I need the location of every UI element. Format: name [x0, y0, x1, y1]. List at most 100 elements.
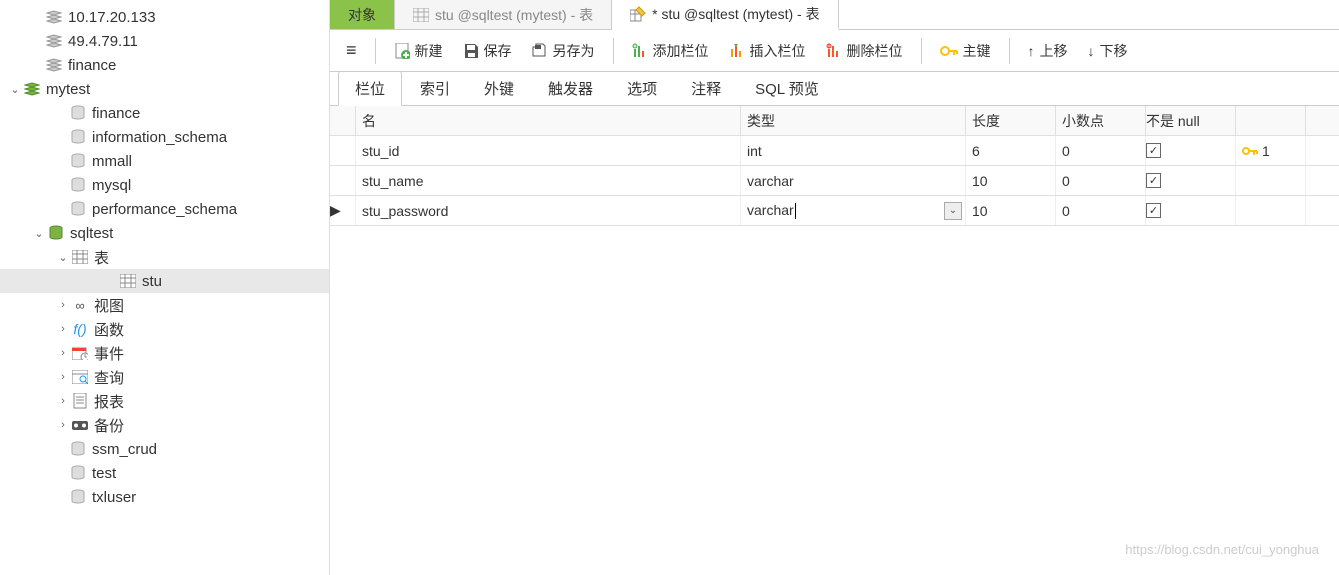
tab-label: 对象	[348, 5, 376, 25]
tree-node[interactable]: ssm_crud	[0, 437, 329, 461]
subtab-4[interactable]: 选项	[611, 72, 673, 105]
tab-stu-view[interactable]: stu @sqltest (mytest) - 表	[395, 0, 612, 29]
cell-type[interactable]: varchar⌄	[741, 196, 966, 225]
cell-key[interactable]	[1236, 166, 1306, 195]
chevron-icon: ›	[56, 347, 70, 359]
chevron-icon: ›	[56, 419, 70, 431]
subtab-5[interactable]: 注释	[675, 72, 737, 105]
cell-name[interactable]: stu_password	[356, 196, 741, 225]
row-marker-header	[330, 106, 356, 135]
col-header-notnull[interactable]: 不是 null	[1146, 106, 1236, 135]
tree-node[interactable]: mmall	[0, 149, 329, 173]
tree-node-label: test	[92, 465, 329, 482]
tree-node-label: 视图	[94, 295, 329, 316]
cell-decimals[interactable]: 0	[1056, 166, 1146, 195]
tree-node[interactable]: ⌄表	[0, 245, 329, 269]
type-dropdown-button[interactable]: ⌄	[944, 202, 962, 220]
new-button[interactable]: 新建	[386, 37, 451, 65]
cell-key[interactable]	[1236, 196, 1306, 225]
tree-node[interactable]: ⌄mytest	[0, 77, 329, 101]
grid-row[interactable]: stu_namevarchar100✓	[330, 166, 1339, 196]
db-green-icon	[46, 224, 66, 242]
subtab-0[interactable]: 栏位	[338, 71, 402, 106]
delete-column-button[interactable]: 删除栏位	[818, 37, 911, 65]
subtab-2[interactable]: 外键	[468, 72, 530, 105]
tree-node[interactable]: finance	[0, 53, 329, 77]
separator	[375, 38, 376, 64]
add-column-button[interactable]: 添加栏位	[624, 37, 717, 65]
checkbox-icon[interactable]: ✓	[1146, 203, 1161, 218]
col-header-name[interactable]: 名	[356, 106, 741, 135]
col-header-length[interactable]: 长度	[966, 106, 1056, 135]
tree-node[interactable]: 10.17.20.133	[0, 5, 329, 29]
tree-node-label: 函数	[94, 319, 329, 340]
tree-node[interactable]: ⌄sqltest	[0, 221, 329, 245]
tree-node[interactable]: performance_schema	[0, 197, 329, 221]
tree-node[interactable]: › 备份	[0, 413, 329, 437]
tab-stu-design[interactable]: * stu @sqltest (mytest) - 表	[612, 0, 838, 30]
tree-node[interactable]: ›报表	[0, 389, 329, 413]
report-icon	[70, 392, 90, 410]
saveas-button[interactable]: 另存为	[524, 37, 603, 65]
tree-node[interactable]: ›f()函数	[0, 317, 329, 341]
tree-node-label: 事件	[94, 343, 329, 364]
cell-type[interactable]: int	[741, 136, 966, 165]
col-header-key[interactable]	[1236, 106, 1306, 135]
menu-button[interactable]: ≡	[338, 36, 365, 65]
cell-key[interactable]: 1	[1236, 136, 1306, 165]
save-button[interactable]: 保存	[455, 37, 520, 65]
button-label: 新建	[415, 41, 443, 61]
cell-type[interactable]: varchar	[741, 166, 966, 195]
conn-icon	[44, 8, 64, 26]
checkbox-icon[interactable]: ✓	[1146, 143, 1161, 158]
tree-node[interactable]: finance	[0, 101, 329, 125]
subtab-6[interactable]: SQL 预览	[739, 72, 835, 105]
col-header-decimals[interactable]: 小数点	[1056, 106, 1146, 135]
tree-node-label: 49.4.79.11	[68, 33, 329, 50]
cell-notnull[interactable]: ✓	[1146, 196, 1236, 225]
row-marker	[330, 166, 356, 195]
tree-node-label: 备份	[94, 415, 329, 436]
tree-node[interactable]: stu	[0, 269, 329, 293]
tree-node-label: mmall	[92, 153, 329, 170]
tree-node[interactable]: txluser	[0, 485, 329, 509]
db-icon	[68, 488, 88, 506]
tree-node[interactable]: information_schema	[0, 125, 329, 149]
cell-length[interactable]: 6	[966, 136, 1056, 165]
tree-node[interactable]: mysql	[0, 173, 329, 197]
cell-decimals[interactable]: 0	[1056, 196, 1146, 225]
db-icon	[68, 200, 88, 218]
cell-name[interactable]: stu_name	[356, 166, 741, 195]
cell-name[interactable]: stu_id	[356, 136, 741, 165]
chevron-icon: ⌄	[32, 227, 46, 240]
designer-subtabs: 栏位索引外键触发器选项注释SQL 预览	[330, 72, 1339, 106]
move-down-button[interactable]: ↓ 下移	[1080, 37, 1136, 65]
tree-node[interactable]: 49.4.79.11	[0, 29, 329, 53]
button-label: 插入栏位	[750, 41, 806, 61]
grid-row[interactable]: ▶stu_passwordvarchar⌄100✓	[330, 196, 1339, 226]
move-up-button[interactable]: ↑ 上移	[1020, 37, 1076, 65]
tree-node-label: ssm_crud	[92, 441, 329, 458]
view-icon: ∞	[70, 296, 90, 314]
subtab-1[interactable]: 索引	[404, 72, 466, 105]
cell-decimals[interactable]: 0	[1056, 136, 1146, 165]
tree-node[interactable]: test	[0, 461, 329, 485]
grid-row[interactable]: stu_idint60✓ 1	[330, 136, 1339, 166]
insert-column-button[interactable]: 插入栏位	[721, 37, 814, 65]
button-label: 上移	[1040, 41, 1068, 61]
cell-length[interactable]: 10	[966, 166, 1056, 195]
subtab-3[interactable]: 触发器	[532, 72, 609, 105]
connection-tree[interactable]: 10.17.20.133 49.4.79.11 finance⌄mytestfina…	[0, 0, 330, 575]
tab-objects[interactable]: 对象	[330, 0, 395, 29]
tree-node[interactable]: ›∞视图	[0, 293, 329, 317]
cell-notnull[interactable]: ✓	[1146, 136, 1236, 165]
db-icon	[68, 464, 88, 482]
checkbox-icon[interactable]: ✓	[1146, 173, 1161, 188]
primary-key-button[interactable]: 主键	[932, 37, 999, 65]
tree-node[interactable]: › 事件	[0, 341, 329, 365]
cell-length[interactable]: 10	[966, 196, 1056, 225]
tree-node[interactable]: ›查询	[0, 365, 329, 389]
col-header-type[interactable]: 类型	[741, 106, 966, 135]
cell-notnull[interactable]: ✓	[1146, 166, 1236, 195]
new-icon	[394, 43, 410, 59]
